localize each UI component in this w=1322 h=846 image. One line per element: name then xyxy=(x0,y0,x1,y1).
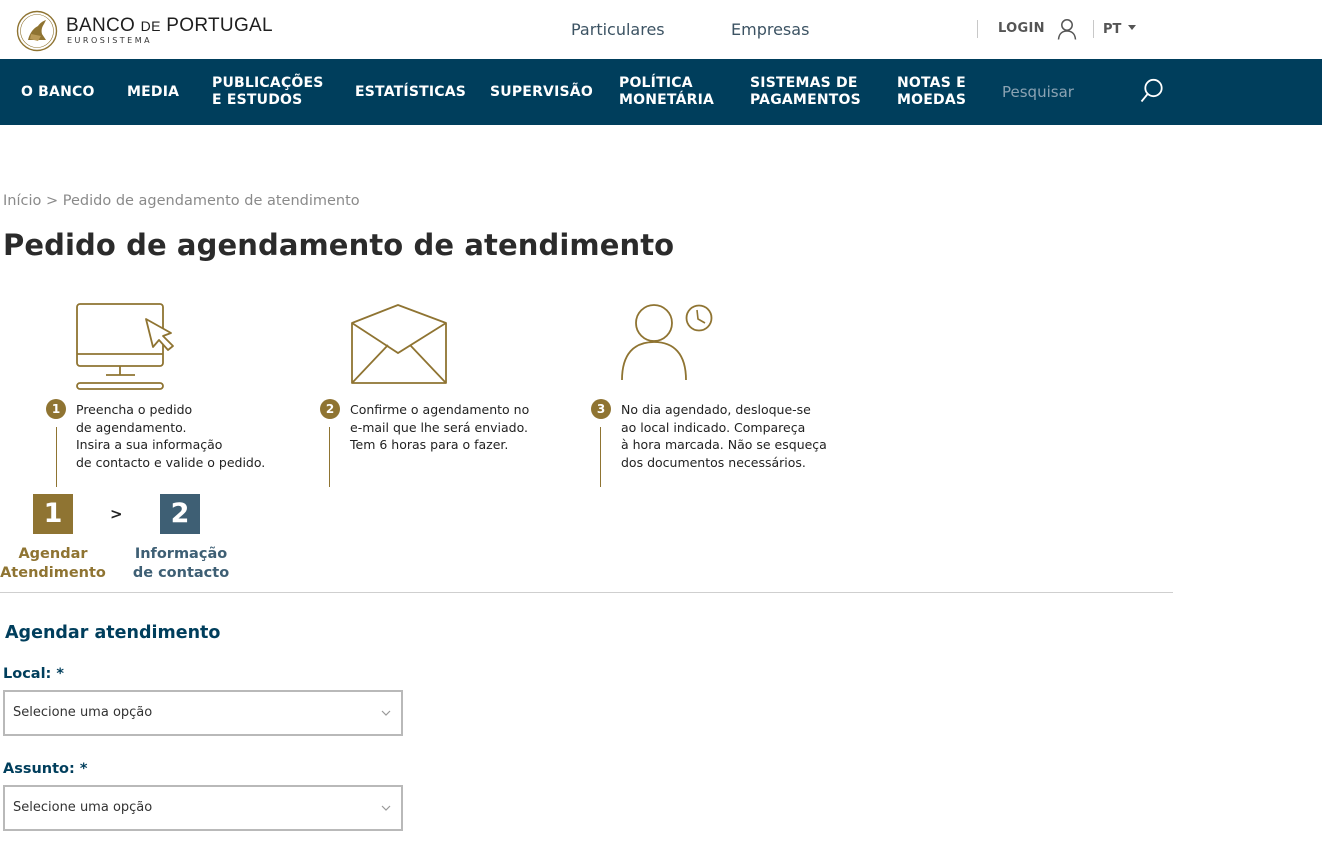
chevron-down-icon xyxy=(381,710,391,716)
main-nav: O BANCO MEDIA PUBLICAÇÕES E ESTUDOS ESTAT… xyxy=(0,59,1322,125)
step-number-badge: 2 xyxy=(320,399,340,419)
step-number-badge: 3 xyxy=(591,399,611,419)
logo-seal-icon xyxy=(16,10,58,52)
progress-step-2-label: Informação de contacto xyxy=(132,546,230,581)
progress-step-2-badge: 2 xyxy=(160,494,200,534)
top-header: BANCO DE PORTUGAL EUROSISTEMA Particular… xyxy=(0,0,1322,59)
local-select-value: Selecione uma opção xyxy=(13,705,153,720)
nav-item-notas-moedas[interactable]: NOTAS E MOEDAS xyxy=(897,75,966,109)
caret-down-icon[interactable] xyxy=(1128,25,1136,30)
nav-item-publicacoes[interactable]: PUBLICAÇÕES E ESTUDOS xyxy=(212,75,324,109)
page-title: Pedido de agendamento de atendimento xyxy=(3,228,675,262)
search-icon[interactable] xyxy=(1140,78,1164,104)
login-link[interactable]: LOGIN xyxy=(998,21,1045,36)
chevron-down-icon xyxy=(381,805,391,811)
step-connector-line xyxy=(329,427,330,487)
segment-empresas[interactable]: Empresas xyxy=(731,20,809,39)
nav-item-supervisao[interactable]: SUPERVISÃO xyxy=(490,84,593,101)
nav-item-o-banco[interactable]: O BANCO xyxy=(21,84,95,101)
progress-step-1-label: Agendar Atendimento xyxy=(0,546,106,581)
header-divider xyxy=(1093,20,1094,38)
assunto-select[interactable]: Selecione uma opção xyxy=(3,785,403,831)
segment-particulares[interactable]: Particulares xyxy=(571,20,665,39)
envelope-icon xyxy=(351,304,447,384)
progress-separator: > xyxy=(110,505,123,523)
logo-subtitle: EUROSISTEMA xyxy=(67,36,153,45)
search-input[interactable]: Pesquisar xyxy=(1002,83,1074,101)
user-icon[interactable] xyxy=(1057,18,1077,40)
breadcrumb-separator: > xyxy=(45,193,59,209)
logo-name: BANCO DE PORTUGAL xyxy=(66,15,273,36)
computer-cursor-icon xyxy=(76,303,174,390)
assunto-select-value: Selecione uma opção xyxy=(13,800,153,815)
nav-item-media[interactable]: MEDIA xyxy=(127,84,179,101)
progress-step-1-badge: 1 xyxy=(33,494,73,534)
step-number-badge: 1 xyxy=(46,399,66,419)
nav-item-politica-monetaria[interactable]: POLÍTICA MONETÁRIA xyxy=(619,75,714,109)
person-clock-icon xyxy=(621,304,713,381)
local-label: Local: * xyxy=(3,666,64,682)
breadcrumb-home[interactable]: Início xyxy=(3,193,41,209)
breadcrumb: Início > Pedido de agendamento de atendi… xyxy=(3,193,360,209)
nav-item-sistemas-pagamentos[interactable]: SISTEMAS DE PAGAMENTOS xyxy=(750,75,861,109)
nav-item-estatisticas[interactable]: ESTATÍSTICAS xyxy=(355,84,466,101)
form-section-title: Agendar atendimento xyxy=(5,623,221,643)
section-divider xyxy=(0,592,1173,593)
header-divider xyxy=(977,20,978,38)
assunto-label: Assunto: * xyxy=(3,761,88,777)
language-selector[interactable]: PT xyxy=(1103,22,1121,37)
step-3-text: No dia agendado, desloque-se ao local ind… xyxy=(621,402,827,471)
step-connector-line xyxy=(600,427,601,487)
step-1-text: Preencha o pedido de agendamento. Insira a… xyxy=(76,402,266,471)
bank-logo[interactable]: BANCO DE PORTUGAL EUROSISTEMA xyxy=(16,10,273,52)
local-select[interactable]: Selecione uma opção xyxy=(3,690,403,736)
step-connector-line xyxy=(56,427,57,487)
step-2-text: Confirme o agendamento no e-mail que lhe … xyxy=(350,402,530,453)
breadcrumb-current: Pedido de agendamento de atendimento xyxy=(62,193,360,209)
